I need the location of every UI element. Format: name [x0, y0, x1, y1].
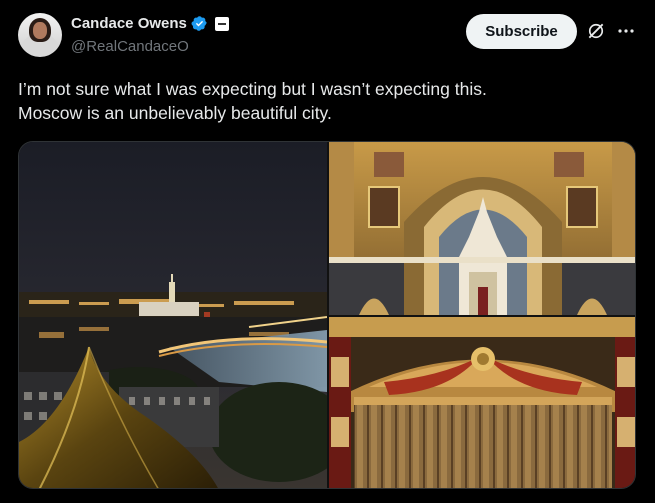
- tweet-text: I’m not sure what I was expecting but I …: [18, 77, 628, 125]
- media-grid: [18, 141, 636, 489]
- tweet-card: Candace Owens @RealCandaceO Subscribe I’…: [0, 0, 655, 503]
- avatar[interactable]: [18, 13, 62, 57]
- tweet-text-line-1: I’m not sure what I was expecting but I …: [18, 79, 487, 99]
- verified-badge-icon[interactable]: [191, 15, 208, 32]
- avatar-face: [33, 22, 47, 39]
- more-icon[interactable]: [617, 24, 635, 38]
- moscow-night-skyline-photo[interactable]: [19, 142, 327, 488]
- theater-curtain-photo[interactable]: [329, 317, 635, 488]
- tweet-text-line-2: Moscow is an unbelievably beautiful city…: [18, 103, 332, 123]
- display-name[interactable]: Candace Owens: [71, 15, 187, 32]
- author-name-row: Candace Owens: [71, 15, 229, 32]
- affiliate-badge-icon[interactable]: [214, 16, 229, 31]
- grok-icon[interactable]: [586, 21, 606, 41]
- subscribe-button[interactable]: Subscribe: [466, 14, 577, 49]
- handle[interactable]: @RealCandaceO: [71, 38, 189, 55]
- cathedral-interior-photo[interactable]: [329, 142, 635, 315]
